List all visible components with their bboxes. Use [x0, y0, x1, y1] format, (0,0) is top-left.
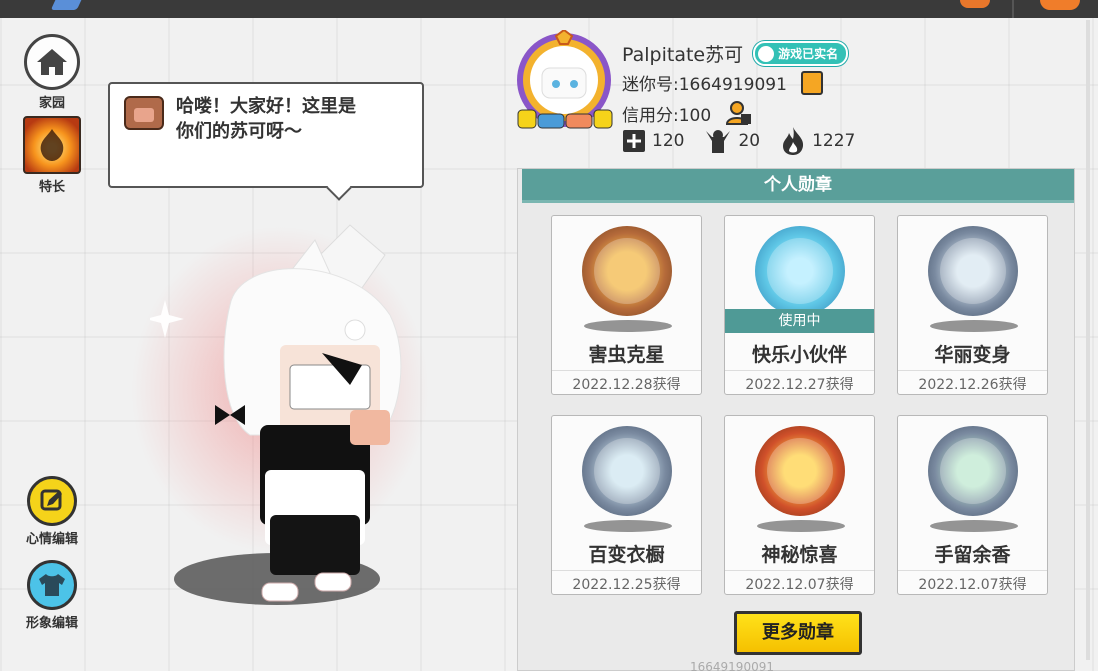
profile-avatar-frame[interactable]: [514, 28, 614, 134]
player-avatar[interactable]: [130, 215, 430, 615]
medal-card[interactable]: 华丽变身 2022.12.26获得: [897, 215, 1048, 395]
medal-name: 快乐小伙伴: [751, 344, 847, 366]
speech-bubble-text: 哈喽！大家好！这里是 你们的苏可呀～: [176, 96, 356, 142]
friends-count: 120: [652, 131, 685, 151]
top-bar: [0, 0, 1098, 18]
credit-score: 信用分:100: [622, 105, 712, 126]
medal-name: 神秘惊喜: [761, 544, 838, 566]
heat-count: 1227: [812, 131, 856, 151]
friends-stat[interactable]: 120: [622, 129, 684, 153]
bug-medal-icon: [582, 226, 672, 316]
avatar-figure: [150, 224, 402, 602]
medal-name: 百变衣橱: [588, 544, 665, 566]
mini-id-row: 迷你号:1664919091: [622, 70, 823, 95]
home-label: 家园: [38, 96, 65, 111]
medal-divider: [898, 570, 1047, 571]
player-name: Palpitate苏可: [622, 44, 744, 66]
medal-card[interactable]: 手留余香 2022.12.07获得: [897, 415, 1048, 595]
medal-panel-header: 个人勋章: [522, 169, 1074, 203]
plus-icon: [623, 130, 645, 152]
speech-bubble: 哈喽！大家好！这里是 你们的苏可呀～: [108, 82, 424, 188]
medal-date: 2022.12.07获得: [918, 577, 1027, 593]
talent-label: 特长: [38, 180, 65, 195]
shirt-icon: [27, 560, 77, 610]
fans-icon: [706, 130, 731, 153]
medal-date: 2022.12.28获得: [572, 377, 681, 393]
medal-date: 2022.12.25获得: [572, 577, 681, 593]
mini-id: 迷你号:1664919091: [622, 75, 787, 95]
close-tab-icon[interactable]: [1040, 0, 1080, 10]
medal-name: 华丽变身: [934, 344, 1011, 366]
medal-pedestal: [584, 520, 672, 532]
scrollbar[interactable]: [1086, 20, 1090, 660]
medal-divider: [725, 570, 874, 571]
medal-card[interactable]: 百变衣橱 2022.12.25获得: [551, 415, 702, 595]
medal-card[interactable]: 害虫克星 2022.12.28获得: [551, 215, 702, 395]
medal-name: 手留余香: [934, 544, 1011, 566]
verified-badge-text: 游戏已实名: [778, 47, 839, 61]
medal-date: 2022.12.07获得: [745, 577, 854, 593]
top-bar-divider: [1012, 0, 1014, 18]
plant-medal-icon: [928, 426, 1018, 516]
medal-date: 2022.12.26获得: [918, 377, 1027, 393]
mood-edit-label: 心情编辑: [25, 532, 78, 547]
wardrobe-medal-icon: [582, 426, 672, 516]
footer-faint-text: 16649190091: [690, 660, 774, 671]
cube-icon: [50, 0, 84, 10]
flame-fist-icon: [23, 116, 81, 174]
medal-name: 害虫克星: [588, 344, 665, 366]
medal-divider: [725, 370, 874, 371]
medal-divider: [898, 370, 1047, 371]
appearance-edit-label: 形象编辑: [25, 616, 78, 631]
medal-divider: [552, 370, 701, 371]
heat-stat[interactable]: 1227: [780, 126, 855, 156]
verified-badge: 游戏已实名: [753, 41, 849, 66]
credit-row: 信用分:100: [622, 100, 753, 126]
more-medals-button[interactable]: 更多勋章: [734, 611, 862, 655]
mood-edit-button[interactable]: 心情编辑: [17, 476, 87, 547]
edit-pencil-icon: [27, 476, 77, 526]
copy-icon[interactable]: [800, 70, 823, 95]
fans-stat[interactable]: 20: [704, 127, 760, 155]
medal-pedestal: [930, 320, 1018, 332]
medal-card[interactable]: 使用中 快乐小伙伴 2022.12.27获得: [724, 215, 875, 395]
medal-card[interactable]: 神秘惊喜 2022.12.07获得: [724, 415, 875, 595]
house-icon: [24, 34, 80, 90]
fans-count: 20: [738, 131, 761, 151]
medal-pedestal: [584, 320, 672, 332]
top-right-tab-icon[interactable]: [960, 0, 990, 8]
medal-divider: [552, 570, 701, 571]
friends-medal-icon: [755, 226, 845, 316]
gift-medal-icon: [755, 426, 845, 516]
appearance-edit-button[interactable]: 形象编辑: [17, 560, 87, 631]
medal-date: 2022.12.27获得: [745, 377, 854, 393]
medal-pedestal: [930, 520, 1018, 532]
profile-stats: 120 20 1227: [622, 126, 867, 156]
flame-icon: [783, 127, 804, 155]
profile-name-row: Palpitate苏可 游戏已实名: [622, 40, 849, 67]
mailbox-icon: [124, 96, 164, 130]
dragon-medal-icon: [928, 226, 1018, 316]
medal-pedestal: [757, 520, 845, 532]
home-button[interactable]: 家园: [17, 34, 87, 111]
credit-person-icon[interactable]: [725, 100, 753, 126]
in-use-badge: 使用中: [725, 309, 874, 333]
person-check-icon: [758, 45, 775, 62]
talent-button[interactable]: 特长: [17, 116, 87, 195]
